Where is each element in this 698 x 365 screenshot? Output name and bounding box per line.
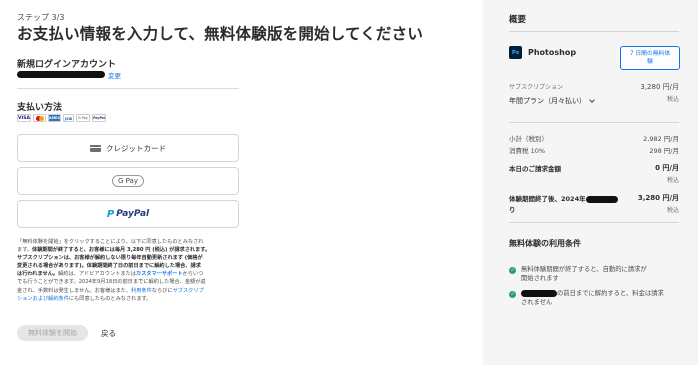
legal-line: サブスクリプションは、お客様が解約しない限り毎年自動更新されます (価格が — [17, 255, 203, 262]
summary-title: 概要 — [509, 15, 527, 25]
today-label: 本日のご請求金額 — [509, 165, 561, 173]
paypal-button[interactable]: P PayPal — [17, 200, 239, 228]
subscription-price: 3,280 円/月 — [640, 83, 679, 91]
redacted-date — [521, 289, 557, 297]
divider — [17, 88, 239, 89]
page-title: お支払い情報を入力して、無料体験版を開始してください — [17, 25, 424, 43]
google-pay-logo: G Pay — [112, 175, 144, 187]
subtotal-value: 2,982 円/月 — [643, 135, 679, 143]
customer-support-link[interactable]: カスタマーサポート — [136, 271, 183, 277]
checkout-panel: ステップ 3/3 お支払い情報を入力して、無料体験版を開始してください 新規ログ… — [0, 0, 483, 365]
after-trial-value: 3,280 円/月 — [637, 194, 679, 202]
divider — [509, 222, 679, 223]
subscription-terms-link-cont[interactable]: ションおよび解約条件 — [17, 296, 69, 302]
plan-select[interactable]: 年間プラン（月々払い） — [509, 96, 595, 106]
subscription-terms-link[interactable]: サブスクリプ — [173, 288, 204, 294]
subscription-label: サブスクリプション — [509, 84, 564, 91]
card-brands: VISA AMEX JCB G Pay PayPal — [17, 114, 106, 122]
start-trial-button[interactable]: 無料体験を開始 — [17, 325, 88, 341]
tax-value: 298 円/月 — [649, 147, 679, 155]
mastercard-icon — [33, 114, 46, 122]
jcb-icon: JCB — [63, 114, 74, 122]
trial-badge: 7 日間の無料体 験 — [620, 46, 680, 70]
condition-item: 無料体験期間が終了すると、自動的に請求が 開始されます — [521, 266, 647, 282]
checkmark-icon: ✓ — [509, 291, 516, 298]
change-account-link[interactable]: 変更 — [108, 70, 121, 80]
terms-link[interactable]: 利用条件 — [131, 288, 152, 294]
today-value: 0 円/月 — [655, 164, 679, 172]
legal-line: 変更される場合があります)。体験期間終了日の前日までに解約した場合、請求 — [17, 263, 201, 270]
legal-line: 金され、手数料は発生しません。お客様はまた、利用条件ならびにサブスクリプ — [17, 287, 204, 294]
after-trial-label: 体験期間終了後、2024年 — [509, 193, 618, 203]
payment-label: 支払い方法 — [17, 103, 63, 113]
account-row: 変更 — [17, 70, 121, 80]
paypal-icon: PayPal — [92, 114, 106, 122]
product-name: Photoshop — [528, 48, 577, 57]
legal-line: でも行うことができます。2024年9月18日の前日までに解約した場合、金額が返 — [17, 279, 206, 286]
legal-line: ションおよび解約条件にも同意したものとみなされます。 — [17, 295, 152, 302]
photoshop-icon: Ps — [509, 46, 522, 59]
subtotal-label: 小計（税別） — [509, 135, 548, 143]
credit-card-button[interactable]: クレジットカード — [17, 134, 239, 162]
redacted-date — [585, 195, 618, 203]
subscription-tax: 税込 — [666, 96, 679, 103]
gpay-icon: G Pay — [76, 114, 90, 122]
legal-text: 「無料体験を開始」をクリックすることにより、以下に同意したものとみなされ ます。… — [17, 238, 242, 303]
divider — [509, 122, 679, 123]
legal-line: は行われません。解約は、アドビアカウントまたはカスタマーサポートからいつ — [17, 271, 204, 278]
visa-icon: VISA — [17, 114, 31, 122]
paypal-label: PayPal — [116, 209, 150, 219]
amex-icon: AMEX — [48, 114, 61, 122]
checkmark-icon: ✓ — [509, 267, 516, 274]
condition-item: の前日までに解約すると、料金は請求 されません — [521, 289, 664, 306]
chevron-down-icon — [589, 97, 595, 103]
today-tax: 税込 — [666, 177, 679, 184]
account-label: 新規ログインアカウント — [17, 60, 117, 70]
after-trial-tax: 税込 — [666, 207, 679, 214]
credit-card-icon — [90, 144, 101, 152]
conditions-title: 無料体験の利用条件 — [509, 239, 581, 248]
credit-card-label: クレジットカード — [106, 143, 166, 153]
paypal-icon: P — [106, 208, 115, 220]
tax-label: 消費税 10% — [509, 147, 546, 155]
legal-line: ます。体験期間が終了すると、お客様には毎月 3,280 円 (税込) が請求され… — [17, 247, 211, 254]
after-trial-label-cont: り — [509, 206, 516, 214]
back-button[interactable]: 戻る — [101, 328, 116, 339]
redacted-email — [17, 71, 105, 78]
google-pay-button[interactable]: G Pay — [17, 167, 239, 195]
divider — [509, 31, 679, 32]
legal-line: 「無料体験を開始」をクリックすることにより、以下に同意したものとみなされ — [17, 239, 204, 245]
